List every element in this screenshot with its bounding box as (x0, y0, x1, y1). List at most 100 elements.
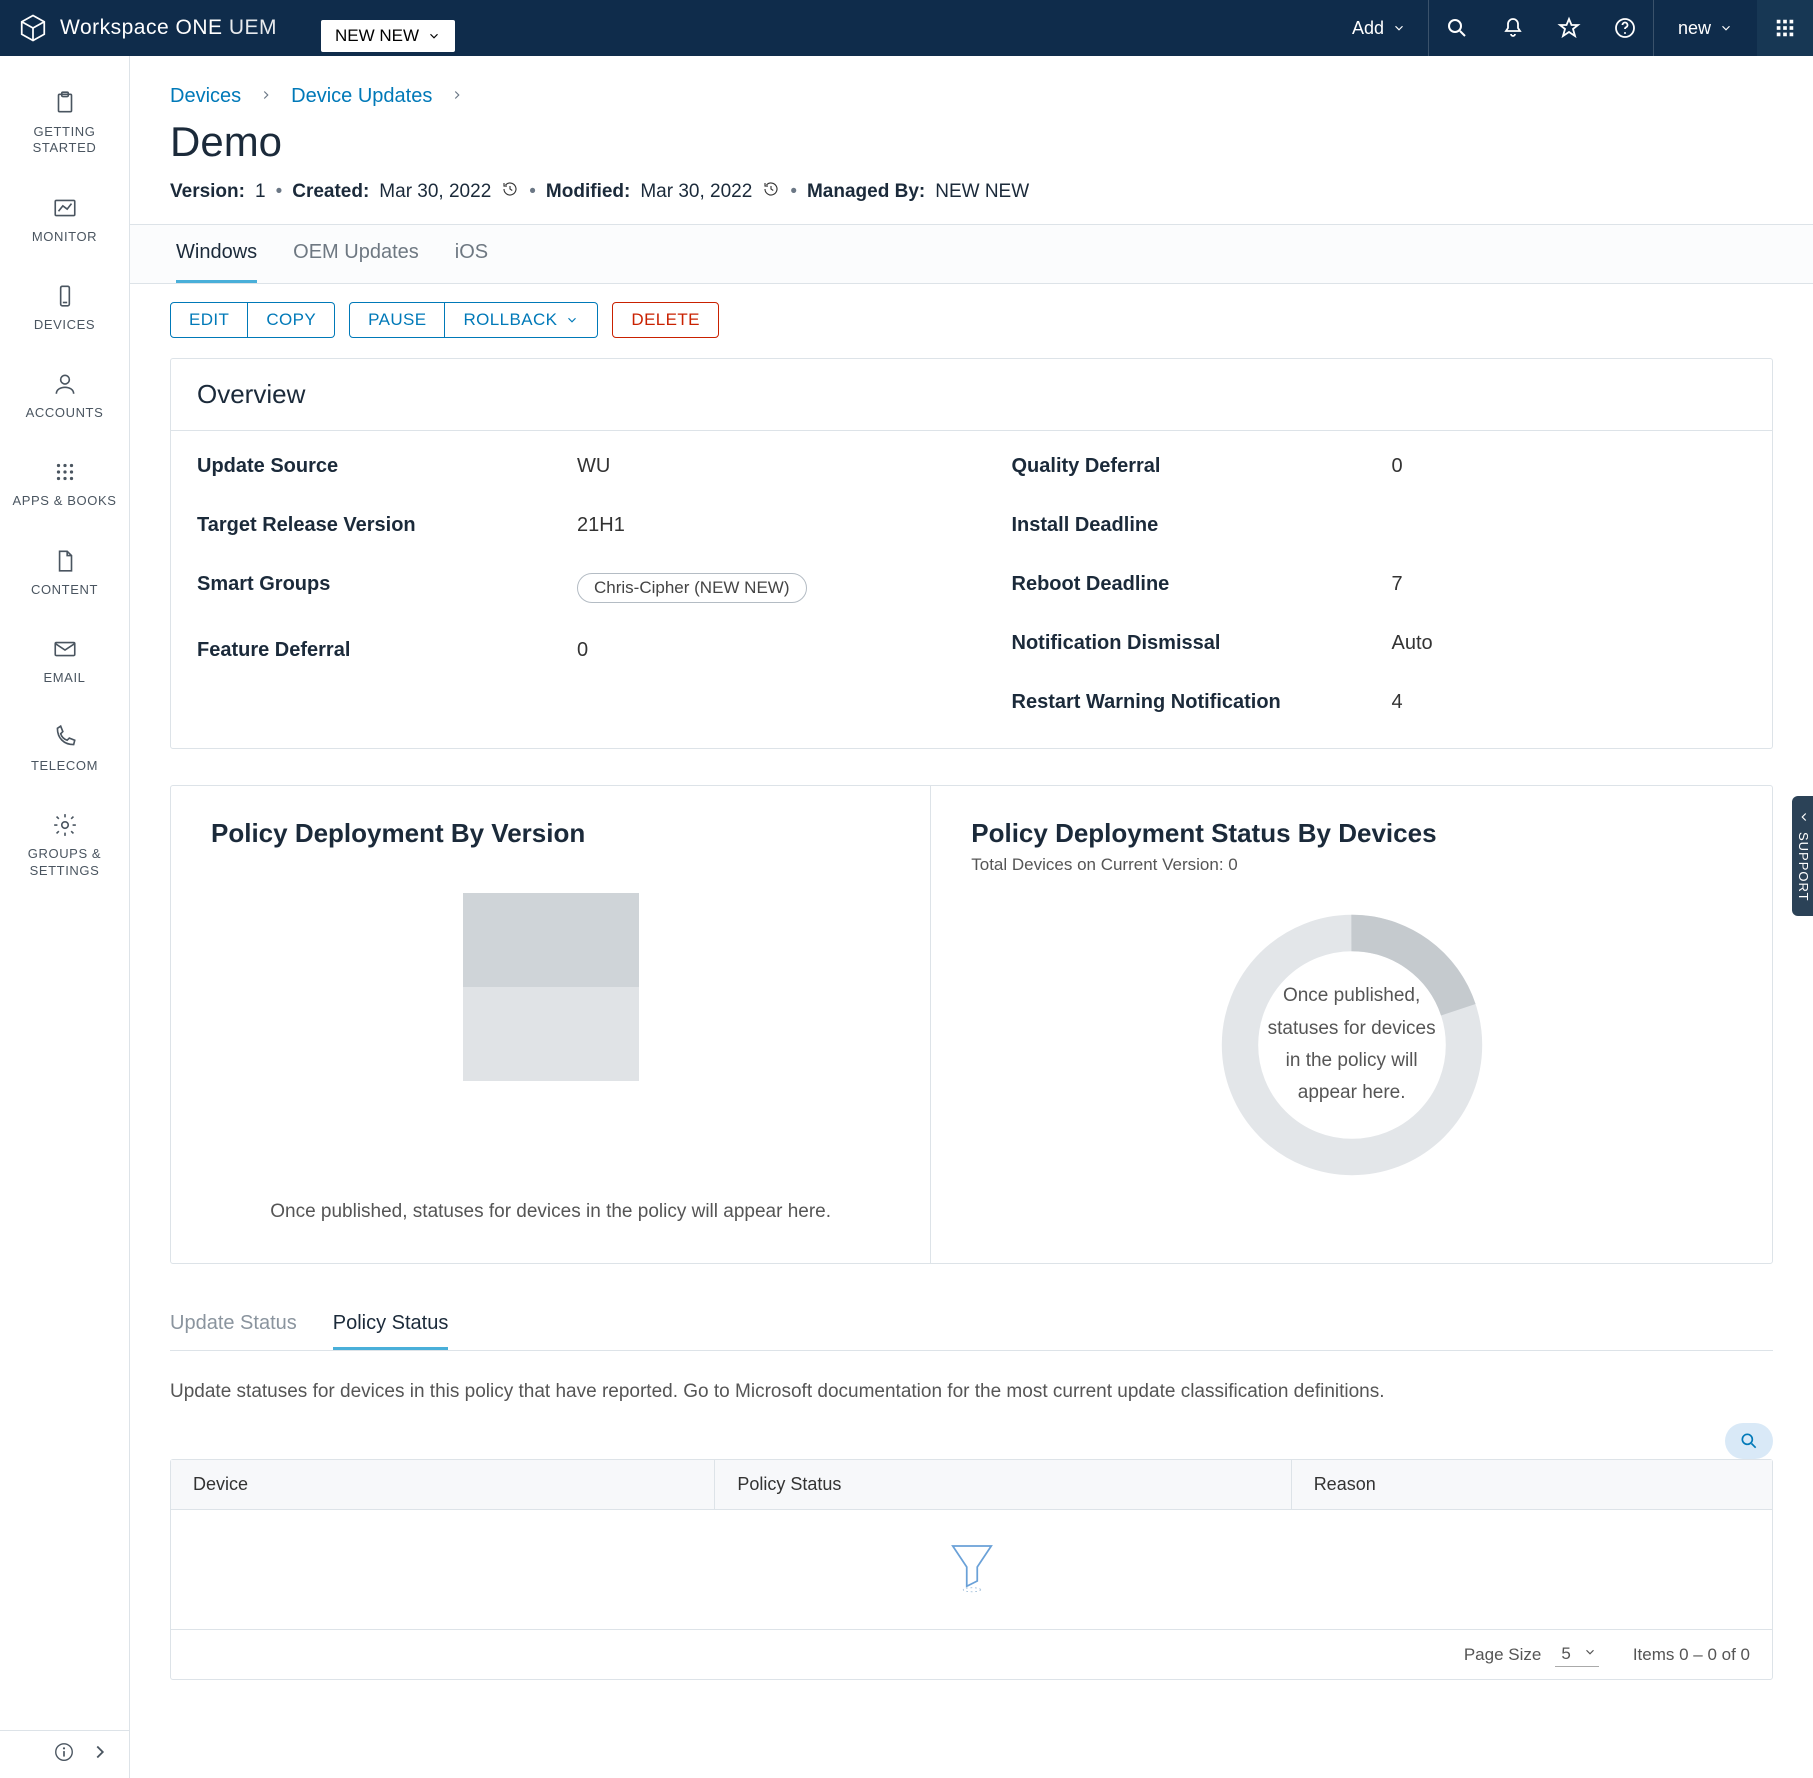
search-button[interactable] (1429, 0, 1485, 56)
sidebar-item-monitor[interactable]: MONITOR (0, 179, 129, 267)
sidebar-item-label: GETTING STARTED (4, 124, 125, 157)
overview-row: Update SourceWU (197, 455, 932, 478)
breadcrumb-devices[interactable]: Devices (170, 85, 241, 108)
rollback-button[interactable]: ROLLBACK (445, 302, 598, 338)
apps-grid-button[interactable] (1757, 0, 1813, 56)
chevron-left-icon (1797, 810, 1811, 824)
overview-row: Restart Warning Notification4 (1012, 691, 1747, 714)
chart-line-icon (52, 195, 78, 221)
action-bar: EDIT COPY PAUSE ROLLBACK DELETE (130, 284, 1813, 358)
donut-note: Once published, statuses for devices in … (1212, 905, 1492, 1185)
pause-button[interactable]: PAUSE (349, 302, 445, 338)
deployment-devices-subtitle: Total Devices on Current Version: 0 (971, 855, 1732, 875)
sidebar-item-label: DEVICES (34, 317, 95, 333)
gear-icon (52, 812, 78, 838)
help-button[interactable] (1597, 0, 1653, 56)
sidebar-item-groups-settings[interactable]: GROUPS & SETTINGS (0, 796, 129, 901)
expand-sidebar-button[interactable] (89, 1741, 111, 1769)
sidebar-footer (0, 1730, 129, 1778)
support-tab-label: SUPPORT (1796, 832, 1811, 902)
table-search-button[interactable] (1725, 1423, 1773, 1459)
subtab-update-status[interactable]: Update Status (170, 1312, 297, 1350)
app-name: Workspace ONE UEM (60, 16, 277, 40)
table-empty-state (171, 1510, 1772, 1630)
chevron-right-icon (450, 84, 464, 108)
apps-grid-icon (1774, 17, 1796, 39)
subtab-description: Update statuses for devices in this poli… (170, 1381, 1773, 1403)
app-logo[interactable]: Workspace ONE UEM (18, 13, 277, 43)
overview-row: Install Deadline (1012, 514, 1747, 537)
sidebar-item-label: TELECOM (31, 758, 98, 774)
meta-version: 1 (255, 181, 266, 203)
sidebar-item-content[interactable]: CONTENT (0, 532, 129, 620)
edit-button[interactable]: EDIT (170, 302, 248, 338)
device-icon (52, 283, 78, 309)
sidebar-item-label: EMAIL (43, 670, 85, 686)
person-icon (52, 371, 78, 397)
history-icon (501, 180, 519, 204)
search-icon (1445, 16, 1469, 40)
table-header-device[interactable]: Device (171, 1460, 715, 1509)
smart-group-chip[interactable]: Chris-Cipher (NEW NEW) (577, 573, 807, 603)
support-tab[interactable]: SUPPORT (1792, 796, 1813, 916)
meta-created: Mar 30, 2022 (379, 181, 491, 203)
topbar: Workspace ONE UEM NEW NEW Add new (0, 0, 1813, 56)
sidebar-item-accounts[interactable]: ACCOUNTS (0, 355, 129, 443)
mail-icon (52, 636, 78, 662)
favorites-button[interactable] (1541, 0, 1597, 56)
search-icon (1739, 1431, 1759, 1451)
funnel-icon (944, 1537, 1000, 1603)
sidebar-item-label: MONITOR (32, 229, 97, 245)
sidebar-item-devices[interactable]: DEVICES (0, 267, 129, 355)
page-meta: Version: 1 • Created: Mar 30, 2022 • Mod… (170, 180, 1773, 204)
table-header-policy-status[interactable]: Policy Status (715, 1460, 1291, 1509)
sidebar-item-apps-books[interactable]: APPS & BOOKS (0, 443, 129, 531)
breadcrumb: Devices Device Updates (170, 84, 1773, 108)
overview-row: Notification DismissalAuto (1012, 632, 1747, 655)
notifications-button[interactable] (1485, 0, 1541, 56)
sidebar-item-telecom[interactable]: TELECOM (0, 708, 129, 796)
overview-card: Overview Update SourceWU Target Release … (170, 358, 1773, 749)
bell-icon (1501, 16, 1525, 40)
page-size-selector[interactable]: Page Size 5 (1464, 1642, 1599, 1667)
table-items-count: Items 0 – 0 of 0 (1633, 1645, 1750, 1665)
sidebar-item-label: CONTENT (31, 582, 98, 598)
sidebar-item-label: GROUPS & SETTINGS (4, 846, 125, 879)
org-switcher[interactable]: NEW NEW (321, 20, 455, 52)
overview-row: Target Release Version21H1 (197, 514, 932, 537)
breadcrumb-device-updates[interactable]: Device Updates (291, 85, 432, 108)
sidebar-item-label: APPS & BOOKS (12, 493, 116, 509)
copy-button[interactable]: COPY (248, 302, 335, 338)
overview-row: Reboot Deadline7 (1012, 573, 1747, 596)
page-title: Demo (170, 118, 1773, 166)
meta-modified: Mar 30, 2022 (640, 181, 752, 203)
chevron-right-icon (259, 84, 273, 108)
sidebar-item-getting-started[interactable]: GETTING STARTED (0, 74, 129, 179)
tab-oem-updates[interactable]: OEM Updates (293, 225, 419, 283)
table-header-reason[interactable]: Reason (1292, 1460, 1772, 1509)
add-menu-label: Add (1352, 18, 1384, 39)
help-icon (1613, 16, 1637, 40)
grid-icon (52, 459, 78, 485)
clipboard-icon (52, 90, 78, 116)
chevron-down-icon (1583, 1645, 1597, 1659)
overview-row: Feature Deferral0 (197, 639, 932, 662)
chevron-down-icon (565, 313, 579, 327)
tab-windows[interactable]: Windows (176, 225, 257, 283)
add-menu[interactable]: Add (1330, 0, 1428, 56)
user-menu[interactable]: new (1654, 18, 1757, 39)
user-menu-label: new (1678, 18, 1711, 39)
subtab-policy-status[interactable]: Policy Status (333, 1312, 449, 1350)
policy-status-table: Device Policy Status Reason Page Size 5 (170, 1459, 1773, 1680)
meta-managed-by: NEW NEW (935, 181, 1029, 203)
sidebar: GETTING STARTED MONITOR DEVICES ACCOUNTS… (0, 56, 130, 1778)
deployment-version-title: Policy Deployment By Version (211, 818, 890, 849)
delete-button[interactable]: DELETE (612, 302, 719, 338)
info-button[interactable] (53, 1741, 75, 1769)
overview-title: Overview (171, 359, 1772, 431)
tab-ios[interactable]: iOS (455, 225, 488, 283)
sidebar-item-email[interactable]: EMAIL (0, 620, 129, 708)
org-switcher-label: NEW NEW (335, 26, 419, 46)
phone-icon (52, 724, 78, 750)
info-icon (53, 1741, 75, 1763)
